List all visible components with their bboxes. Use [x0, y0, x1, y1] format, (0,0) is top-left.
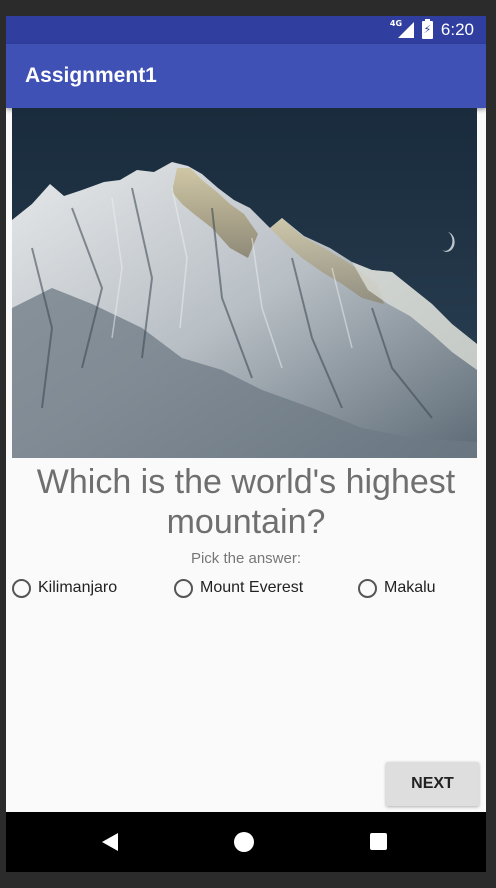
network-type-label: 4G	[389, 19, 403, 28]
recents-icon[interactable]	[370, 833, 387, 850]
option-kilimanjaro[interactable]: Kilimanjaro	[12, 575, 117, 601]
phone-screen: 4G ⚡ 6:20 Assignment1 Which is the world…	[6, 16, 486, 872]
radio-button-icon[interactable]	[358, 578, 377, 598]
option-makalu[interactable]: Makalu	[358, 575, 436, 601]
network-signal-icon: 4G	[389, 19, 414, 39]
option-label: Makalu	[384, 579, 436, 596]
status-time: 6:20	[440, 20, 474, 39]
radio-button-icon[interactable]	[12, 578, 31, 598]
mountain-image	[12, 108, 477, 458]
status-bar: 4G ⚡ 6:20	[6, 16, 486, 44]
app-bar: Assignment1	[6, 44, 486, 108]
battery-icon: ⚡	[421, 19, 433, 39]
next-button[interactable]: NEXT	[386, 762, 479, 806]
radio-button-icon[interactable]	[174, 578, 193, 598]
status-icons: 4G ⚡ 6:20	[389, 16, 474, 44]
navigation-bar	[6, 812, 486, 872]
option-label: Kilimanjaro	[38, 579, 118, 596]
back-icon[interactable]	[102, 833, 118, 851]
option-mount-everest[interactable]: Mount Everest	[174, 575, 303, 601]
home-icon[interactable]	[234, 832, 254, 852]
question-text: Which is the world's highest mountain?	[36, 463, 456, 541]
app-title: Assignment1	[25, 64, 157, 87]
option-label: Mount Everest	[200, 579, 304, 596]
answer-hint: Pick the answer:	[190, 550, 302, 567]
